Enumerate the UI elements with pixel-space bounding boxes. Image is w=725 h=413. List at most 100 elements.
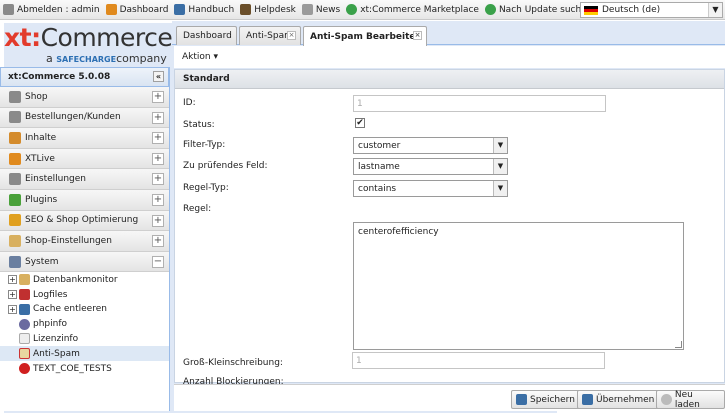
block-count-field[interactable]: 1 bbox=[352, 352, 605, 369]
tree-item-coe-tests[interactable]: TEXT_COE_TESTS bbox=[0, 361, 169, 376]
dashboard-link[interactable]: Dashboard bbox=[105, 4, 168, 15]
language-value: Deutsch (de) bbox=[602, 5, 661, 15]
sidebar-item-plugins[interactable]: Plugins + bbox=[0, 189, 169, 211]
check-field-select[interactable]: lastname ▼ bbox=[353, 158, 508, 175]
rule-type-select[interactable]: contains ▼ bbox=[353, 180, 508, 197]
status-label: Status: bbox=[183, 120, 215, 130]
save-button[interactable]: Speichern bbox=[511, 390, 580, 409]
helpdesk-link[interactable]: Helpdesk bbox=[240, 4, 296, 15]
filter-type-select[interactable]: customer ▼ bbox=[353, 137, 508, 154]
expand-icon[interactable]: + bbox=[152, 132, 164, 145]
save-icon bbox=[516, 394, 527, 405]
sidebar-item-system[interactable]: System − bbox=[0, 251, 169, 273]
settings-icon bbox=[9, 173, 21, 186]
expand-icon[interactable]: + bbox=[152, 173, 164, 186]
action-menu[interactable]: Aktion ▾ bbox=[182, 52, 218, 62]
logo-sub-a: a bbox=[46, 52, 53, 65]
folder-icon bbox=[9, 234, 21, 247]
expand-icon[interactable]: + bbox=[152, 111, 164, 124]
globe-icon bbox=[346, 4, 358, 15]
resize-grip-icon[interactable] bbox=[675, 341, 682, 348]
book-icon bbox=[174, 4, 186, 15]
tag-icon bbox=[301, 4, 313, 15]
filter-type-label: Filter-Typ: bbox=[183, 140, 226, 150]
expand-icon[interactable]: + bbox=[152, 193, 164, 206]
sidebar-item-content[interactable]: Inhalte + bbox=[0, 128, 169, 149]
chevron-down-icon: ▼ bbox=[493, 138, 507, 153]
plugin-icon bbox=[9, 193, 21, 206]
logout-icon bbox=[3, 4, 14, 15]
sidebar-header: xt:Commerce 5.0.08 « bbox=[0, 67, 169, 87]
helpdesk-label: Helpdesk bbox=[254, 4, 296, 15]
tab-label: Anti-Spam bbox=[246, 31, 293, 41]
collapse-sidebar-button[interactable]: « bbox=[153, 71, 164, 82]
logo-commerce: Commerce bbox=[40, 23, 173, 52]
logo-sub-safecharge: SAFECHARGE bbox=[56, 55, 117, 64]
apply-button[interactable]: Übernehmen bbox=[577, 390, 660, 409]
sidebar-item-label: Inhalte bbox=[25, 132, 57, 143]
collapse-icon[interactable]: − bbox=[152, 255, 164, 268]
sidebar-item-seo[interactable]: SEO & Shop Optimierung + bbox=[0, 210, 169, 232]
cache-icon bbox=[19, 303, 30, 315]
form-footer: Speichern Übernehmen Neu laden bbox=[174, 384, 725, 411]
close-icon[interactable]: × bbox=[413, 31, 422, 40]
section-title: Standard bbox=[175, 70, 724, 89]
expand-icon[interactable]: + bbox=[152, 214, 164, 227]
expand-icon[interactable]: + bbox=[8, 275, 17, 285]
tree-item-label: Logfiles bbox=[33, 289, 68, 300]
sidebar-item-shop[interactable]: Shop + bbox=[0, 87, 169, 108]
rule-textarea[interactable]: centerofefficiency bbox=[353, 222, 684, 350]
sidebar-item-label: XTLive bbox=[25, 153, 55, 164]
logo-sub-company: company bbox=[116, 52, 167, 65]
tree-item-anti-spam[interactable]: Anti-Spam bbox=[0, 346, 169, 362]
save-icon bbox=[582, 394, 593, 405]
marketplace-label: xt:Commerce Marketplace bbox=[360, 4, 479, 15]
expand-icon[interactable]: + bbox=[8, 290, 17, 300]
status-checkbox[interactable]: ✔ bbox=[355, 118, 365, 128]
orders-icon bbox=[9, 111, 21, 124]
tree-item-phpinfo[interactable]: phpinfo bbox=[0, 317, 169, 332]
marketplace-link[interactable]: xt:Commerce Marketplace bbox=[346, 4, 479, 15]
news-link[interactable]: News bbox=[301, 4, 340, 15]
sidebar-item-settings[interactable]: Einstellungen + bbox=[0, 169, 169, 190]
anti-spam-icon bbox=[19, 348, 30, 360]
sidebar-item-orders[interactable]: Bestellungen/Kunden + bbox=[0, 107, 169, 129]
save-label: Speichern bbox=[530, 394, 575, 405]
expand-icon[interactable]: + bbox=[152, 91, 164, 103]
manual-link[interactable]: Handbuch bbox=[174, 4, 234, 15]
chevron-down-icon: ▼ bbox=[493, 181, 507, 196]
sidebar-title: xt:Commerce 5.0.08 bbox=[8, 72, 111, 82]
close-icon[interactable]: × bbox=[287, 31, 296, 40]
tab-anti-spam-edit[interactable]: Anti-Spam Bearbeiten × bbox=[303, 26, 427, 46]
manual-label: Handbuch bbox=[188, 4, 235, 15]
seo-icon bbox=[9, 214, 21, 227]
tab-label: Anti-Spam Bearbeiten bbox=[310, 31, 422, 42]
tree-item-clear-cache[interactable]: + Cache entleeren bbox=[0, 302, 169, 317]
tree-item-logfiles[interactable]: + Logfiles bbox=[0, 287, 169, 302]
tree-item-license[interactable]: Lizenzinfo bbox=[0, 332, 169, 347]
case-sensitivity-label: Groß-Kleinschreibung: bbox=[183, 358, 283, 368]
system-tree: + Datenbankmonitor + Logfiles + Cache entle… bbox=[0, 272, 169, 376]
check-field-value: lastname bbox=[358, 161, 400, 172]
sidebar-item-shop-settings[interactable]: Shop-Einstellungen + bbox=[0, 231, 169, 252]
expand-icon[interactable]: + bbox=[152, 235, 164, 248]
logout-link[interactable]: Abmelden : admin bbox=[3, 4, 100, 15]
tab-dashboard[interactable]: Dashboard bbox=[176, 26, 237, 45]
expand-icon[interactable]: + bbox=[8, 304, 17, 314]
id-field[interactable]: 1 bbox=[353, 95, 606, 112]
expand-icon[interactable]: + bbox=[152, 152, 164, 165]
system-icon bbox=[9, 255, 21, 268]
sidebar-item-xtlive[interactable]: XTLive + bbox=[0, 148, 169, 170]
reload-button[interactable]: Neu laden bbox=[656, 390, 725, 410]
tree-item-database-monitor[interactable]: + Datenbankmonitor bbox=[0, 272, 169, 287]
document-icon bbox=[19, 333, 30, 345]
reload-icon bbox=[661, 394, 672, 405]
check-field-label: Zu prüfendes Feld: bbox=[183, 161, 268, 171]
xtlive-icon bbox=[9, 152, 21, 165]
error-icon bbox=[19, 363, 30, 375]
language-select[interactable]: Deutsch (de) ▼ bbox=[580, 2, 723, 18]
tab-anti-spam[interactable]: Anti-Spam × bbox=[239, 26, 301, 45]
tree-item-label: Lizenzinfo bbox=[33, 333, 79, 344]
german-flag-icon bbox=[584, 5, 598, 15]
sidebar-item-label: System bbox=[25, 256, 59, 267]
